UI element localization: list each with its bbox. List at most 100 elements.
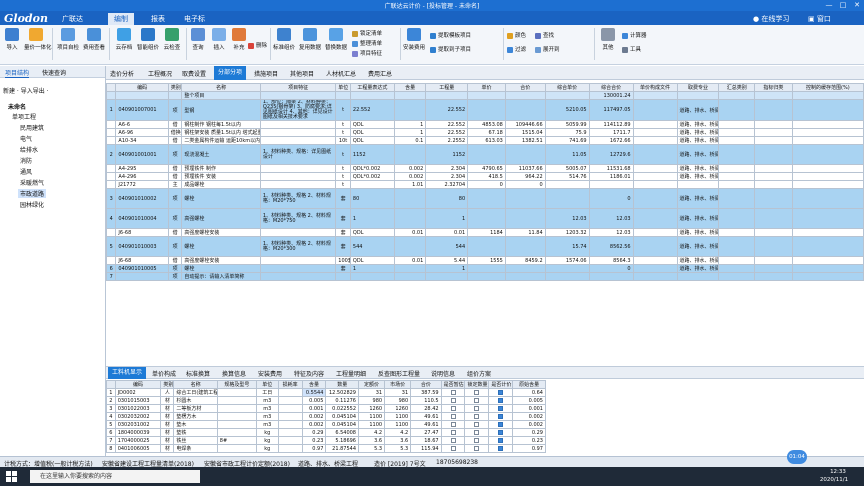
grid-cell-code[interactable]: A4-296 (115, 172, 169, 181)
sub-cell-spec[interactable] (216, 404, 257, 413)
tab-install-fee[interactable]: 安装费用 (258, 369, 282, 378)
grid-cell-code[interactable]: 040901010003 (115, 236, 169, 257)
qty-price-button[interactable]: 量价一体化 (24, 28, 52, 51)
grid-cell-prof[interactable]: 道路、排水、桥梁工程 (676, 164, 720, 173)
tab-std-convert[interactable]: 标准换算 (186, 369, 210, 378)
tab-qty-detail[interactable]: 工程量明细 (336, 369, 366, 378)
sub-row[interactable]: 1 JD0002 人综合工日(建筑工程) 工日 0.5544 12.502829 31 31 3… (106, 388, 546, 397)
sub-cell-no[interactable]: 1 (106, 388, 116, 397)
grid-cell-uprice[interactable] (544, 91, 590, 100)
grid-cell-empty[interactable] (754, 128, 793, 137)
grid-cell-empty[interactable] (718, 120, 756, 129)
grid-cell-prof[interactable] (676, 180, 720, 189)
sub-cell-num[interactable]: 6.54008 (325, 428, 359, 437)
grid-cell-unit[interactable]: 10t (335, 136, 351, 145)
grid-header-cell[interactable]: 工程量 (425, 83, 469, 92)
grid-cell-expr[interactable] (349, 272, 395, 281)
lock-checkbox[interactable] (474, 413, 480, 419)
sub-cell-spec[interactable] (216, 444, 257, 453)
grid-cell-prof[interactable]: 道路、排水、桥梁工程 (676, 120, 720, 129)
grid-cell-file[interactable] (632, 172, 678, 181)
sub-header-cell[interactable] (106, 380, 116, 389)
grid-cell-prof[interactable]: 道路、排水、桥梁工程 (676, 264, 720, 273)
grid-cell-file[interactable] (632, 99, 678, 121)
grid-cell-feat[interactable]: 1、材料种类、规格：详见图纸设计 (259, 144, 337, 165)
grid-cell-no[interactable] (105, 136, 117, 145)
grid-cell-name[interactable]: 高强度螺栓安装 (181, 228, 261, 237)
sub-cell-unit[interactable]: kg (255, 444, 279, 453)
grid-header-cell[interactable]: 综合单价 (544, 83, 590, 92)
grid-cell-expr[interactable]: QDL (349, 256, 395, 265)
sub-cell-lock[interactable] (464, 388, 490, 397)
grid-cell-unit[interactable] (335, 91, 351, 100)
grid-cell-qty[interactable] (393, 99, 427, 121)
grid-cell-empty[interactable] (791, 264, 864, 273)
sub-cell-spec[interactable]: 8# (216, 436, 257, 445)
grid-cell-qty[interactable] (393, 236, 427, 257)
grid-cell-file[interactable] (632, 228, 678, 237)
grid-cell-empty[interactable] (791, 236, 864, 257)
tab-fee-setting[interactable]: 取费设置 (182, 69, 206, 78)
sub-header-cell[interactable]: 类别 (160, 380, 175, 389)
tree-item-garden[interactable]: 园林绿化 (20, 200, 44, 209)
minimize-button[interactable]: — (822, 0, 836, 11)
grid-cell-empty[interactable] (754, 136, 793, 145)
grid-cell-price[interactable] (467, 188, 506, 209)
sub-cell-name[interactable]: 垫楞方木 (173, 412, 218, 421)
grid-cell-utotal[interactable]: 1672.66 (588, 136, 634, 145)
grid-cell-no[interactable] (105, 91, 117, 100)
grid-cell-expr[interactable]: 1 (349, 264, 395, 273)
grid-cell-feat[interactable] (259, 264, 337, 273)
grid-cell-qty[interactable]: 1.01 (393, 180, 427, 189)
fee-view-button[interactable]: 费用查看 (82, 28, 106, 51)
grid-cell-price[interactable]: 4790.65 (467, 164, 506, 173)
sub-header-cell[interactable]: 规格及型号 (216, 380, 257, 389)
grid-cell-prof[interactable]: 道路、排水、桥梁工程 (676, 136, 720, 145)
grid-header-cell[interactable]: 单位 (335, 83, 351, 92)
grid-cell-qty[interactable]: 1 (393, 120, 427, 129)
grid-cell-empty[interactable] (718, 164, 756, 173)
sub-cell-qty[interactable]: 0.29 (301, 428, 327, 437)
sub-cell-code[interactable]: 0401006005 (114, 444, 162, 453)
grid-cell-name[interactable]: 螺栓 (181, 188, 261, 209)
grid-cell-empty[interactable] (754, 172, 793, 181)
grid-header-cell[interactable]: 综合合价 (588, 83, 634, 92)
sub-row[interactable]: 6 1804000039 材垫铁 kg 0.29 6.54008 4.2 4.2 27.47 0.… (106, 428, 546, 437)
grid-cell-unit[interactable]: t (335, 144, 351, 165)
grid-cell-unit[interactable]: 套 (335, 188, 351, 209)
grid-cell-name[interactable]: 二类金属构件运输 运距10km以内 (181, 136, 261, 145)
calc-checkbox[interactable] (498, 397, 504, 403)
grid-cell-expr[interactable] (349, 91, 395, 100)
grid-cell-code[interactable]: J6-68 (115, 256, 169, 265)
grid-cell-price[interactable]: 1555 (467, 256, 506, 265)
grid-cell-utotal[interactable]: 11531.68 (588, 164, 634, 173)
grid-cell-no[interactable]: 5 (105, 236, 117, 257)
sub-header-cell[interactable]: 合价 (410, 380, 442, 389)
tab-labor-material[interactable]: 人材机汇总 (326, 69, 356, 78)
other-button[interactable]: 其他 (596, 28, 620, 51)
menu-ebid[interactable]: 电子标 (184, 14, 205, 24)
tab-convert-info[interactable]: 换算信息 (222, 369, 246, 378)
grid-row[interactable]: J21772 主成品螺栓 t 1.01 2.32704 0 0 (105, 180, 864, 189)
sub-cell-name[interactable]: 电焊条 (173, 444, 218, 453)
grid-cell-utotal[interactable]: 8564.3 (588, 256, 634, 265)
grid-cell-prof[interactable]: 道路、排水、桥梁工程 (676, 144, 720, 165)
tab-cost-analysis[interactable]: 造价分析 (110, 69, 134, 78)
grid-cell-prof[interactable] (676, 272, 720, 281)
grid-cell-uprice[interactable]: 1574.06 (544, 256, 590, 265)
sub-cell-lock[interactable] (464, 428, 490, 437)
grid-cell-empty[interactable] (718, 228, 756, 237)
grid-cell-name[interactable]: 成品螺栓 (181, 180, 261, 189)
grid-cell-amt[interactable]: 22.552 (425, 99, 469, 121)
tree-item-drainage[interactable]: 给排水 (20, 145, 38, 154)
est-checkbox[interactable] (450, 413, 456, 419)
grid-cell-total[interactable] (504, 236, 546, 257)
grid-cell-unit[interactable]: t (335, 128, 351, 137)
grid-cell-qty[interactable]: 0.002 (393, 164, 427, 173)
sub-cell-type[interactable]: 材 (160, 404, 175, 413)
sub-cell-no[interactable]: 8 (106, 444, 116, 453)
grid-cell-total[interactable] (504, 264, 546, 273)
tree-item-root[interactable]: 未命名 (8, 102, 26, 111)
calc-checkbox[interactable] (498, 445, 504, 451)
sub-cell-spec[interactable] (216, 420, 257, 429)
